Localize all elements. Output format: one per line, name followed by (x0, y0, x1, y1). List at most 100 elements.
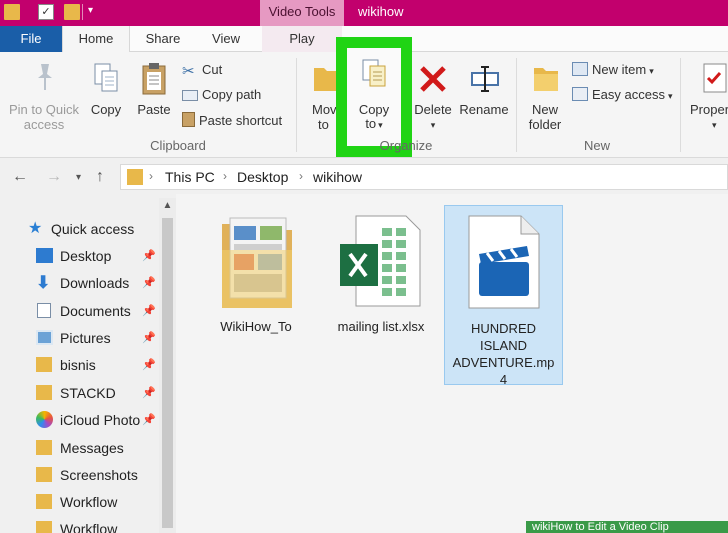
nav-item-screenshots[interactable]: Screenshots (0, 464, 160, 486)
copy-to-button[interactable]: Copy to ▾ (347, 58, 401, 136)
new-folder-label-2: folder (528, 117, 562, 132)
group-divider (516, 58, 517, 152)
video-file-icon (468, 215, 540, 309)
window-title: wikihow (358, 4, 404, 19)
new-folder-icon (534, 68, 558, 91)
copy-button[interactable]: Copy (86, 62, 126, 122)
paste-clipboard-icon (142, 63, 166, 95)
pin-icon[interactable]: 📌 (142, 300, 156, 322)
new-folder-icon[interactable] (64, 4, 80, 20)
file-name: WikiHow_To (220, 319, 292, 334)
nav-item-bisnis[interactable]: bisnis 📌 (0, 354, 160, 376)
nav-item-workflow[interactable]: Workflow (0, 491, 160, 513)
nav-item-workflow-2[interactable]: Workflow (0, 518, 160, 533)
copy-path-button[interactable]: Copy path (182, 87, 261, 103)
new-folder-button[interactable]: New folder (522, 62, 568, 134)
paste-button[interactable]: Paste (132, 62, 176, 122)
file-item[interactable]: mailing list.xlsx (326, 208, 436, 338)
pin-label-2: access (23, 117, 65, 132)
easy-access-button[interactable]: Easy access ▾ (572, 87, 673, 104)
pin-icon (38, 64, 52, 90)
nav-scrollbar[interactable]: ▲ (159, 198, 176, 533)
pin-icon[interactable]: 📌 (142, 245, 156, 267)
properties-button[interactable]: Proper ▾ (686, 62, 728, 134)
breadcrumb-wikihow[interactable]: wikihow (313, 169, 362, 185)
copy-icon (94, 63, 118, 92)
new-item-icon (572, 62, 588, 76)
nav-item-downloads[interactable]: ⬇ Downloads 📌 (0, 272, 160, 294)
group-divider (680, 58, 681, 152)
paste-label: Paste (137, 102, 171, 117)
copy-to-label: Copy (358, 102, 390, 117)
new-item-label: New item (592, 62, 647, 77)
tab-file[interactable]: File (0, 26, 62, 52)
excel-file-icon (340, 215, 421, 307)
chevron-down-icon: ▾ (378, 120, 383, 130)
pictures-icon (36, 330, 53, 345)
chevron-right-icon: › (223, 169, 227, 183)
file-list: WikiHow_To mailing list.xlsx HUNDRED ISL… (176, 194, 728, 533)
cut-button[interactable]: ✂ Cut (182, 62, 222, 79)
address-bar[interactable]: › This PC › Desktop › wikihow (120, 164, 728, 190)
rename-button[interactable]: Rename (458, 62, 510, 122)
paste-shortcut-icon (182, 112, 195, 127)
clipboard-group-label: Clipboard (150, 138, 206, 153)
folder-icon (36, 440, 52, 455)
file-name: mailing list.xlsx (337, 319, 425, 334)
customize-quick-access-icon[interactable]: ▾ (88, 5, 93, 16)
folder-icon (36, 494, 52, 509)
nav-item-documents[interactable]: Documents 📌 (0, 300, 160, 322)
breadcrumb-this-pc[interactable]: This PC (165, 169, 215, 185)
pin-icon[interactable]: 📌 (142, 327, 156, 349)
nav-item-label: Workflow (60, 494, 118, 510)
chevron-down-icon: ▾ (712, 120, 717, 130)
forward-arrow-icon[interactable]: → (46, 168, 62, 186)
delete-button[interactable]: Delete ▾ (410, 62, 456, 134)
tab-view[interactable]: View (198, 26, 254, 52)
scroll-up-chevron-icon[interactable]: ▲ (159, 198, 176, 214)
scroll-thumb[interactable] (162, 218, 173, 528)
divider (82, 4, 83, 20)
pin-icon[interactable]: 📌 (142, 409, 156, 431)
nav-item-icloud-photo[interactable]: iCloud Photo 📌 (0, 409, 160, 431)
pin-to-quick-access-button[interactable]: Pin to Quick access (4, 62, 84, 134)
folder-icon (36, 467, 52, 482)
folder-icon (222, 217, 292, 308)
chevron-down-icon: ▾ (430, 120, 436, 130)
file-item[interactable]: HUNDRED ISLAND ADVENTURE.mp 4 (444, 205, 563, 387)
file-item[interactable]: WikiHow_To (206, 208, 306, 338)
copy-path-label: Copy path (202, 87, 262, 102)
folder-icon (36, 385, 52, 400)
new-folder-label: New (531, 102, 558, 117)
file-name-line: ADVENTURE.mp (452, 355, 555, 370)
nav-item-desktop[interactable]: Desktop 📌 (0, 245, 160, 267)
nav-item-pictures[interactable]: Pictures 📌 (0, 327, 160, 349)
recent-locations-chevron-icon[interactable]: ▾ (76, 172, 81, 183)
chevron-right-icon: › (299, 169, 303, 183)
chevron-right-icon: › (149, 169, 153, 183)
rename-icon (471, 66, 499, 92)
chevron-down-icon: ▾ (649, 66, 654, 76)
tab-share[interactable]: Share (136, 26, 190, 52)
pin-icon[interactable]: 📌 (142, 382, 156, 404)
file-name-line: ISLAND (480, 338, 527, 353)
pin-icon[interactable]: 📌 (142, 354, 156, 376)
breadcrumb-desktop[interactable]: Desktop (237, 169, 288, 185)
new-item-button[interactable]: New item ▾ (572, 62, 654, 79)
paste-shortcut-label: Paste shortcut (199, 113, 283, 128)
title-bar: ✓ ▾ Video Tools wikihow (0, 0, 728, 26)
back-arrow-icon[interactable]: ← (12, 168, 28, 186)
scissors-icon: ✂ (182, 63, 195, 80)
new-group-label: New (583, 138, 610, 153)
icloud-photos-icon (36, 411, 53, 428)
up-arrow-icon[interactable]: ↑ (96, 168, 104, 186)
tab-play[interactable]: Play (262, 26, 342, 52)
tab-home[interactable]: Home (62, 26, 130, 53)
nav-item-stackd[interactable]: STACKD 📌 (0, 382, 160, 404)
nav-item-messages[interactable]: Messages (0, 437, 160, 459)
folder-icon[interactable] (4, 4, 20, 20)
paste-shortcut-button[interactable]: Paste shortcut (182, 112, 282, 129)
properties-check-icon[interactable]: ✓ (38, 4, 54, 20)
nav-item-quick-access[interactable]: ★ Quick access (0, 218, 160, 240)
pin-icon[interactable]: 📌 (142, 272, 156, 294)
